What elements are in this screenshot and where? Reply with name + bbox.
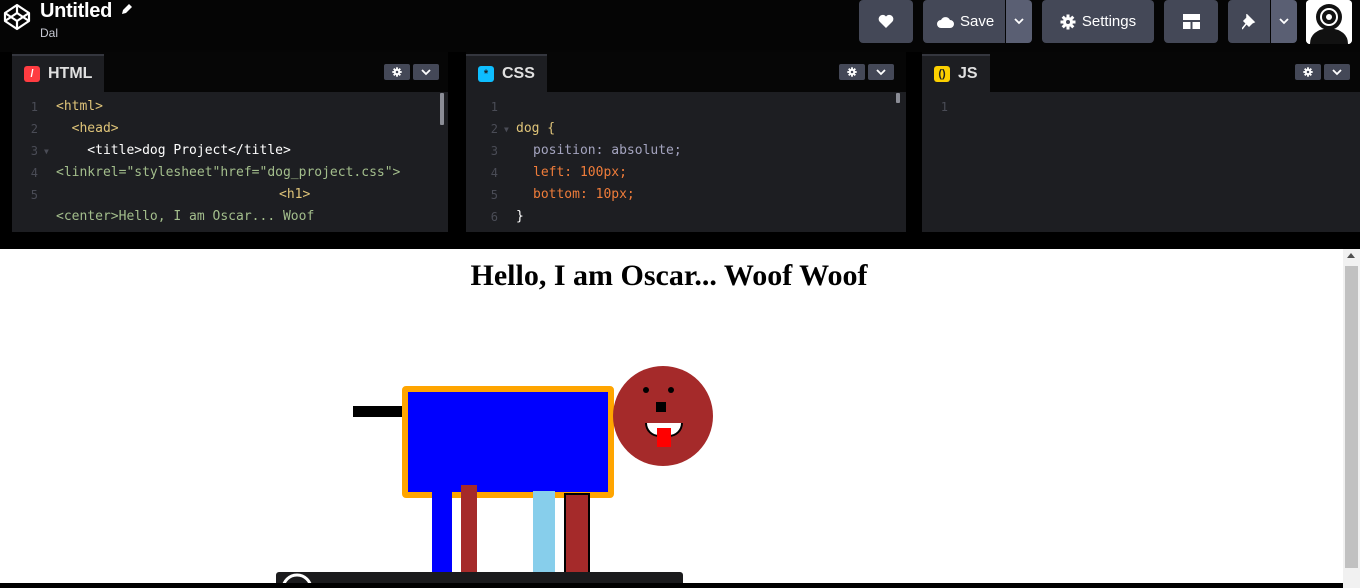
tab-js-label: JS [958,65,978,82]
html-settings-button[interactable] [384,64,410,80]
code-line: <html> [56,99,103,114]
tab-html[interactable]: / HTML [12,54,105,92]
change-view-button[interactable] [1164,0,1218,43]
html-editor-pane: / HTML 1 2 3 ▼ 4 5 <html> <head> <title>… [12,52,448,232]
codepen-logo-icon[interactable] [2,2,32,32]
gear-icon [1303,67,1313,77]
line-number: 5 [30,188,38,202]
line-number: 4 [490,166,498,180]
js-code-area[interactable]: 1 [922,92,1360,232]
line-number: 3 [490,144,498,158]
code-line: <center>Hello, I am Oscar... Woof [56,209,315,224]
line-number: 3 [30,144,38,158]
preview-heading: Hello, I am Oscar... Woof Woof [470,259,868,292]
preview-scrollbar[interactable] [1343,249,1360,588]
edit-pencil-icon[interactable] [121,3,133,15]
code-line: left: 100px; [533,165,627,180]
scroll-up-arrow-icon[interactable] [1347,253,1355,258]
code-line: position: absolute; [533,143,682,158]
dog-head [613,366,713,466]
fold-arrow-icon[interactable]: ▼ [504,125,509,134]
layout-grid-icon [1182,14,1200,29]
html-code-area[interactable]: 1 2 3 ▼ 4 5 <html> <head> <title>dog Pro… [12,92,448,232]
code-line: bottom: 10px; [533,187,635,202]
js-collapse-button[interactable] [1324,64,1350,80]
pin-button[interactable] [1228,0,1270,43]
pen-title-block: Untitled Dal [40,0,133,40]
css-asterisk-icon: * [478,66,494,82]
code-line: dog { [516,121,556,136]
pin-icon [1242,13,1256,29]
settings-button[interactable]: Settings [1042,0,1154,43]
dog-tongue [657,428,671,447]
dog-body [402,386,614,498]
pen-title[interactable]: Untitled [40,0,112,22]
dog-eye-right [668,387,674,393]
preview-frame: Hello, I am Oscar... Woof Woof [0,249,1343,588]
tab-css[interactable]: * CSS [466,54,547,92]
gear-icon [392,67,402,77]
author-name[interactable]: Dal [40,26,133,40]
js-editor-pane: () JS 1 [922,52,1360,232]
gear-icon [1060,14,1076,29]
code-line: <h1> [279,187,311,202]
css-collapse-button[interactable] [868,64,894,80]
save-label: Save [960,13,995,30]
top-header: Untitled Dal Save Settings [0,0,1360,52]
heart-icon [878,14,894,28]
tab-html-label: HTML [48,65,93,82]
html-scrollbar[interactable] [440,93,444,125]
code-line: <head> [56,121,119,136]
bottom-bar [0,583,1343,588]
line-number: 1 [940,100,948,114]
css-code-area[interactable]: 1 2 ▼ 3 4 5 6 dog { position: absolute; … [466,92,906,232]
css-scrollbar[interactable] [896,93,900,103]
tab-js[interactable]: () JS [922,54,990,92]
pin-options-dropdown[interactable] [1271,0,1297,43]
line-number: 5 [490,188,498,202]
code-line: <linkrel="stylesheet"href="dog_project.c… [56,165,401,180]
line-number: 6 [490,210,498,224]
chevron-down-icon [1279,18,1289,25]
cloud-icon [937,16,954,28]
chevron-down-icon [1014,18,1024,25]
line-number: 4 [30,166,38,180]
js-settings-button[interactable] [1295,64,1321,80]
avatar-image [1306,0,1352,44]
html-slash-icon: / [24,66,40,82]
settings-label: Settings [1081,13,1137,30]
dog-nose [656,402,666,412]
save-options-dropdown[interactable] [1006,0,1032,43]
css-settings-button[interactable] [839,64,865,80]
love-button[interactable] [859,0,913,43]
tab-css-label: CSS [502,65,535,82]
line-number: 1 [30,100,38,114]
line-number: 1 [490,100,498,114]
code-line: } [516,209,524,224]
line-number: 2 [490,122,498,136]
js-braces-icon: () [934,66,950,82]
html-collapse-button[interactable] [413,64,439,80]
dog-eye-left [643,387,649,393]
chevron-down-icon [876,68,886,75]
gear-icon [847,67,857,77]
fold-arrow-icon[interactable]: ▼ [44,147,49,156]
line-number: 2 [30,122,38,136]
editor-panes: / HTML 1 2 3 ▼ 4 5 <html> <head> <title>… [0,52,1360,232]
dog-tail [353,406,404,417]
user-avatar[interactable] [1306,0,1352,44]
resize-divider[interactable] [0,232,1360,249]
save-button[interactable]: Save [923,0,1005,43]
chevron-down-icon [421,68,431,75]
js-pane-bar: () JS [922,52,1360,92]
css-editor-pane: * CSS 1 2 ▼ 3 4 5 6 dog { position: abso… [466,52,906,232]
css-pane-bar: * CSS [466,52,906,92]
chevron-down-icon [1332,68,1342,75]
html-pane-bar: / HTML [12,52,448,92]
code-line: <title>dog Project</title> [56,143,291,158]
preview-scroll-thumb[interactable] [1345,266,1358,568]
